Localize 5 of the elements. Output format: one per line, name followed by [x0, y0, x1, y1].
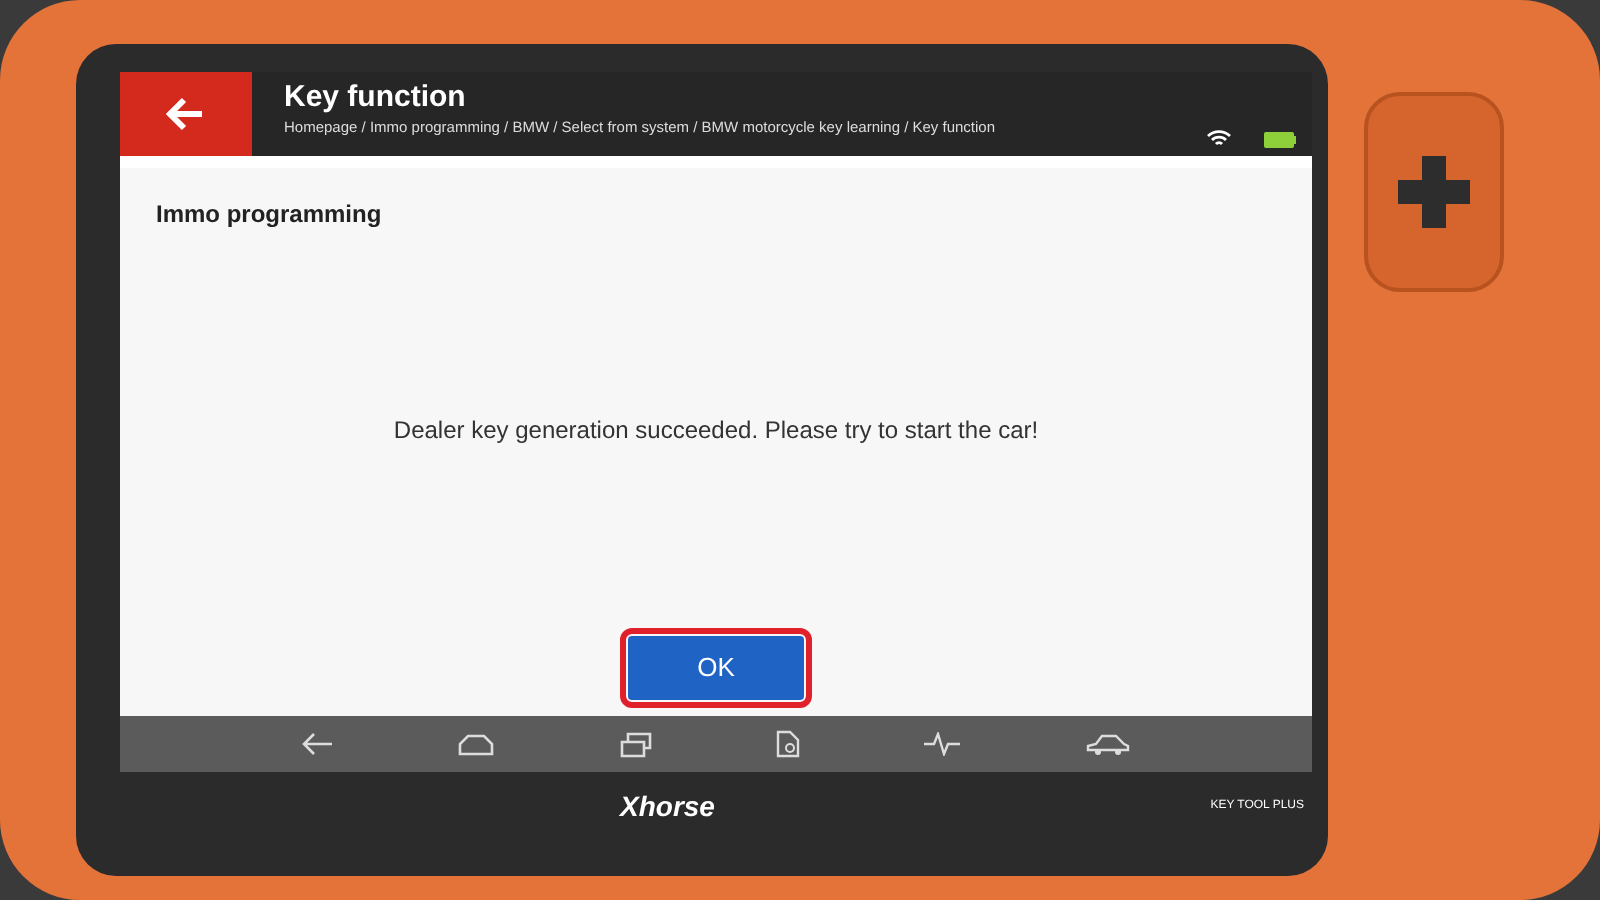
dialog-message: Dealer key generation succeeded. Please try to start the car!: [391, 414, 1041, 448]
page-title: Key function: [284, 82, 468, 115]
brand-logo: Xhorse: [620, 787, 715, 825]
ok-button[interactable]: OK: [628, 636, 804, 700]
dialog-title: Immo programming: [156, 198, 384, 232]
